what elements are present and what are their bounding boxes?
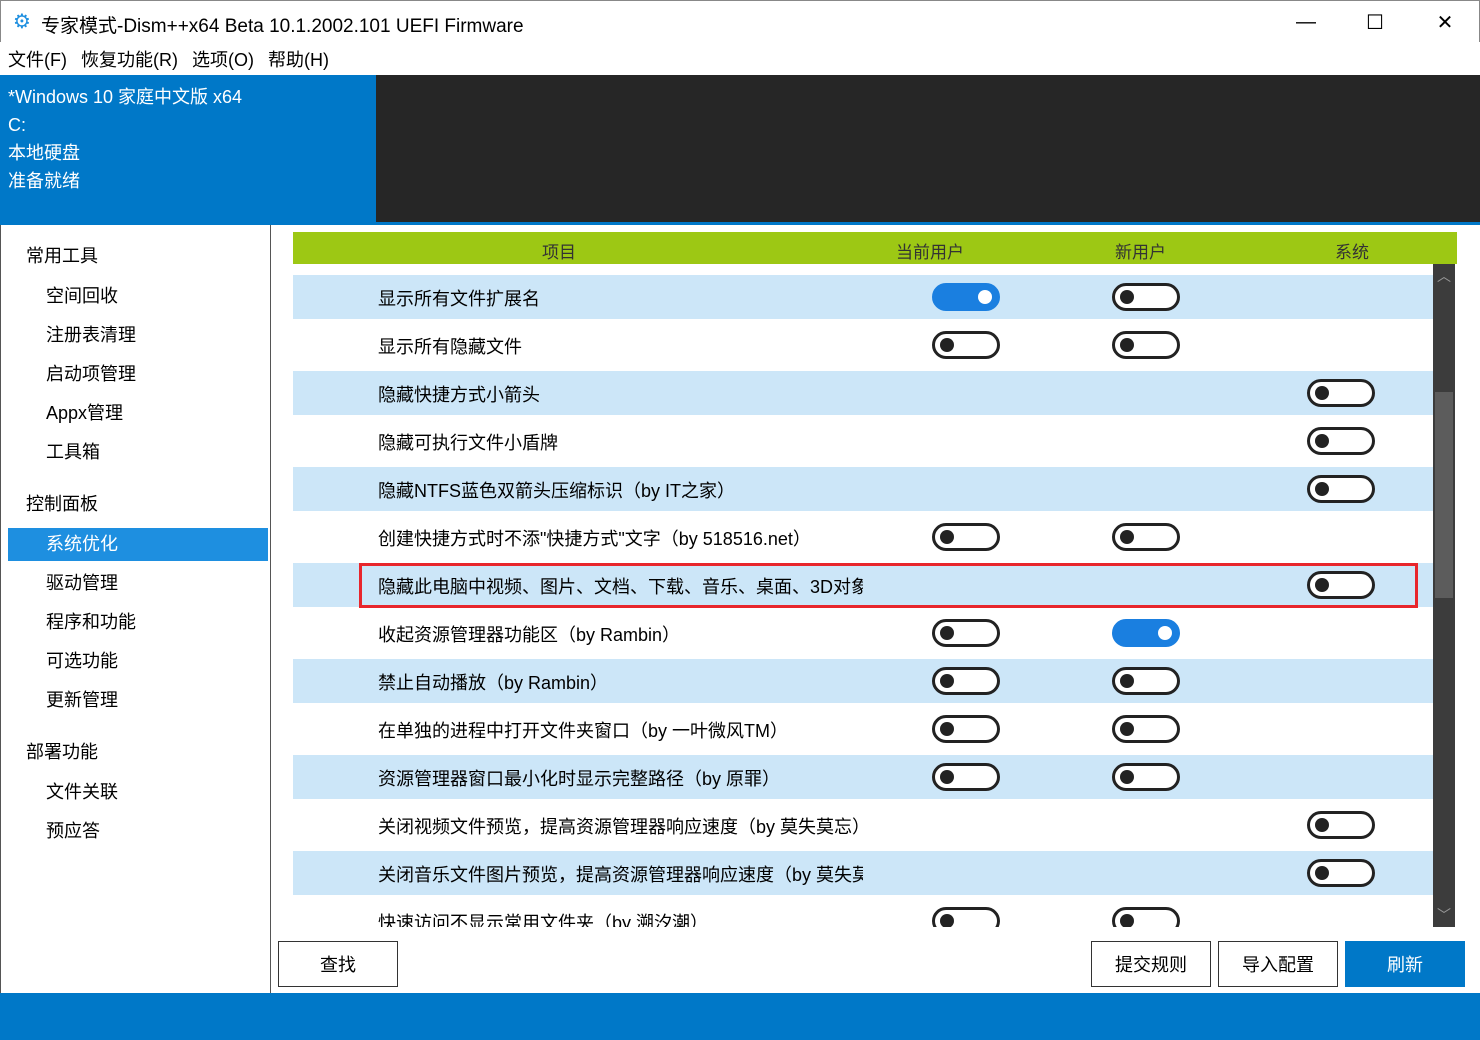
- row-label: 资源管理器窗口最小化时显示完整路径（by 原罪）: [378, 769, 781, 789]
- menu-file[interactable]: 文件(F): [8, 46, 67, 72]
- toggle-new[interactable]: [1112, 715, 1180, 743]
- toggle-new[interactable]: [1112, 331, 1180, 359]
- list-row: 创建快捷方式时不添"快捷方式"文字（by 518516.net）: [293, 515, 1433, 559]
- list-row: 在单独的进程中打开文件夹窗口（by 一叶微风TM）: [293, 707, 1433, 751]
- sidebar-item[interactable]: 更新管理: [8, 684, 268, 717]
- toggle-current[interactable]: [932, 763, 1000, 791]
- image-info-panel[interactable]: *Windows 10 家庭中文版 x64 C: 本地硬盘 准备就绪: [0, 75, 376, 225]
- sidebar-item[interactable]: 驱动管理: [8, 567, 268, 600]
- sidebar-item[interactable]: 可选功能: [8, 645, 268, 678]
- toggle-current[interactable]: [932, 715, 1000, 743]
- toggle-current[interactable]: [932, 523, 1000, 551]
- list-row: 收起资源管理器功能区（by Rambin）: [293, 611, 1433, 655]
- highlight-box: [359, 563, 1418, 608]
- toggle-system[interactable]: [1307, 811, 1375, 839]
- disk-type: 本地硬盘: [8, 143, 80, 163]
- toggle-system[interactable]: [1307, 475, 1375, 503]
- list-row: 显示所有隐藏文件: [293, 323, 1433, 367]
- menu-help[interactable]: 帮助(H): [268, 46, 329, 72]
- list-row: 关闭音乐文件图片预览，提高资源管理器响应速度（by 莫失莫忘）: [293, 851, 1433, 895]
- toggle-current[interactable]: [932, 283, 1000, 311]
- list-row: 显示所有文件扩展名: [293, 275, 1433, 319]
- toggle-system[interactable]: [1307, 427, 1375, 455]
- refresh-button[interactable]: 刷新: [1345, 941, 1465, 987]
- import-config-button[interactable]: 导入配置: [1218, 941, 1338, 987]
- list-row: 快速访问不显示常用文件夹（by 溯汐潮）: [293, 899, 1433, 927]
- scroll-down-icon[interactable]: ﹀: [1437, 905, 1451, 925]
- row-label: 隐藏NTFS蓝色双箭头压缩标识（by IT之家）: [378, 481, 736, 501]
- sidebar-item[interactable]: 启动项管理: [8, 358, 268, 391]
- sidebar-item[interactable]: 预应答: [8, 815, 268, 848]
- row-label: 快速访问不显示常用文件夹（by 溯汐潮）: [378, 913, 709, 927]
- divider: [376, 222, 1480, 225]
- os-name: *Windows 10 家庭中文版 x64: [8, 87, 243, 107]
- toggle-new[interactable]: [1112, 523, 1180, 551]
- find-button[interactable]: 查找: [278, 941, 398, 987]
- column-system: 系统: [1335, 243, 1369, 262]
- row-label: 禁止自动播放（by Rambin）: [378, 673, 609, 693]
- minimize-button[interactable]: —: [1271, 1, 1341, 43]
- sidebar: 常用工具空间回收注册表清理启动项管理 Appx管理 工具箱控制面板系统优化驱动管理程…: [0, 225, 271, 994]
- status-text: 准备就绪: [8, 171, 80, 191]
- submit-rules-button[interactable]: 提交规则: [1091, 941, 1211, 987]
- maximize-button[interactable]: ☐: [1340, 1, 1410, 43]
- sidebar-item[interactable]: 工具箱: [8, 436, 268, 469]
- sidebar-item[interactable]: 程序和功能: [8, 606, 268, 639]
- menu-restore[interactable]: 恢复功能(R): [81, 46, 178, 72]
- list-row: 资源管理器窗口最小化时显示完整路径（by 原罪）: [293, 755, 1433, 799]
- drive-letter: C:: [8, 115, 26, 135]
- toggle-new[interactable]: [1112, 907, 1180, 927]
- status-bar: [0, 993, 1480, 1040]
- row-label: 关闭视频文件预览，提高资源管理器响应速度（by 莫失莫忘）: [378, 817, 863, 837]
- list-row: 关闭视频文件预览，提高资源管理器响应速度（by 莫失莫忘）: [293, 803, 1433, 847]
- sidebar-item[interactable]: Appx管理: [8, 397, 268, 430]
- column-new-user: 新用户: [1115, 243, 1166, 262]
- sidebar-item[interactable]: 文件关联: [8, 776, 268, 809]
- list-row: 禁止自动播放（by Rambin）: [293, 659, 1433, 703]
- toggle-new[interactable]: [1112, 667, 1180, 695]
- toggle-current[interactable]: [932, 331, 1000, 359]
- scroll-up-icon[interactable]: ︿: [1437, 266, 1451, 286]
- toggle-current[interactable]: [932, 907, 1000, 927]
- menu-options[interactable]: 选项(O): [192, 46, 254, 72]
- sidebar-group: 控制面板: [26, 494, 98, 514]
- toggle-system[interactable]: [1307, 859, 1375, 887]
- sidebar-item[interactable]: 空间回收: [8, 280, 268, 313]
- sidebar-item[interactable]: 注册表清理: [8, 319, 268, 352]
- row-label: 创建快捷方式时不添"快捷方式"文字（by 518516.net）: [378, 529, 811, 549]
- table-header: 项目 当前用户 新用户 系统: [293, 232, 1457, 264]
- toggle-new[interactable]: [1112, 619, 1180, 647]
- list-row: 隐藏可执行文件小盾牌: [293, 419, 1433, 463]
- row-label: 显示所有隐藏文件: [378, 337, 522, 357]
- menu-bar: 文件(F) 恢复功能(R) 选项(O) 帮助(H): [0, 42, 1480, 75]
- gears-icon: ⚙: [13, 11, 31, 33]
- column-current-user: 当前用户: [896, 243, 964, 262]
- window-title: 专家模式-Dism++x64 Beta 10.1.2002.101 UEFI F…: [41, 16, 524, 37]
- sidebar-item[interactable]: 系统优化: [8, 528, 268, 561]
- row-label: 隐藏快捷方式小箭头: [378, 385, 540, 405]
- scrollbar-thumb[interactable]: [1435, 392, 1453, 598]
- row-label: 隐藏可执行文件小盾牌: [378, 433, 558, 453]
- sidebar-group: 常用工具: [26, 246, 98, 266]
- toggle-current[interactable]: [932, 667, 1000, 695]
- row-label: 在单独的进程中打开文件夹窗口（by 一叶微风TM）: [378, 721, 788, 741]
- sidebar-group: 部署功能: [26, 742, 98, 762]
- image-list-area: [376, 75, 1480, 222]
- row-label: 关闭音乐文件图片预览，提高资源管理器响应速度（by 莫失莫忘）: [378, 865, 863, 885]
- close-button[interactable]: ✕: [1410, 1, 1480, 43]
- list-row: 隐藏NTFS蓝色双箭头压缩标识（by IT之家）: [293, 467, 1433, 511]
- toggle-current[interactable]: [932, 619, 1000, 647]
- toggle-system[interactable]: [1307, 379, 1375, 407]
- row-label: 收起资源管理器功能区（by Rambin）: [378, 625, 681, 645]
- list-row: 隐藏快捷方式小箭头: [293, 371, 1433, 415]
- toggle-new[interactable]: [1112, 283, 1180, 311]
- title-bar: ⚙ 专家模式-Dism++x64 Beta 10.1.2002.101 UEFI…: [0, 0, 1480, 42]
- column-item: 项目: [542, 243, 576, 262]
- toggle-new[interactable]: [1112, 763, 1180, 791]
- row-label: 显示所有文件扩展名: [378, 289, 540, 309]
